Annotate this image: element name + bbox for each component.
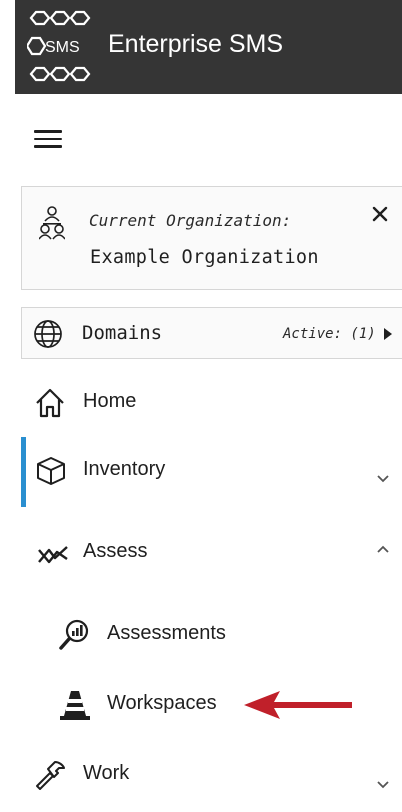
nav-item-inventory[interactable]: Inventory	[15, 445, 402, 497]
close-icon[interactable]	[371, 205, 389, 223]
nav-item-label: Home	[83, 390, 137, 412]
nav-item-label: Workspaces	[107, 692, 217, 714]
app-title: Enterprise SMS	[108, 30, 284, 58]
chevron-down-icon[interactable]	[375, 777, 391, 793]
nav-item-assessments[interactable]: Assessments	[15, 609, 402, 661]
assess-icon	[38, 546, 68, 564]
home-icon	[36, 388, 64, 418]
chevron-up-icon[interactable]	[375, 541, 391, 557]
app-header: SMS Enterprise SMS	[15, 0, 402, 94]
globe-icon	[34, 320, 62, 348]
current-organization-label: Current Organization:	[89, 211, 292, 230]
nav-item-label: Assess	[83, 540, 148, 562]
nav-item-label: Inventory	[83, 458, 166, 480]
cube-icon	[37, 457, 65, 485]
organization-icon	[39, 206, 65, 240]
nav-item-assess[interactable]: Assess	[15, 527, 402, 579]
chevron-down-icon[interactable]	[375, 471, 391, 487]
nav-item-home[interactable]: Home	[15, 377, 402, 429]
nav-item-work[interactable]: Work	[15, 749, 402, 801]
current-organization-panel: Current Organization: Example Organizati…	[21, 186, 402, 290]
svg-text:SMS: SMS	[45, 39, 80, 56]
current-organization-name: Example Organization	[90, 247, 319, 268]
domains-selector[interactable]: Domains Active: (1)	[21, 307, 402, 359]
triangle-right-icon[interactable]	[384, 328, 392, 340]
nav-item-label: Work	[83, 762, 130, 784]
annotation-arrow-icon	[244, 691, 352, 719]
domains-label: Domains	[82, 322, 163, 344]
hammer-icon	[36, 761, 65, 790]
traffic-cone-icon	[60, 691, 90, 720]
magnifier-chart-icon	[59, 619, 89, 650]
app-logo-icon: SMS	[27, 10, 91, 82]
domains-active-count: Active: (1)	[283, 326, 376, 342]
hamburger-menu-icon[interactable]	[34, 130, 62, 152]
nav-item-label: Assessments	[107, 622, 226, 644]
